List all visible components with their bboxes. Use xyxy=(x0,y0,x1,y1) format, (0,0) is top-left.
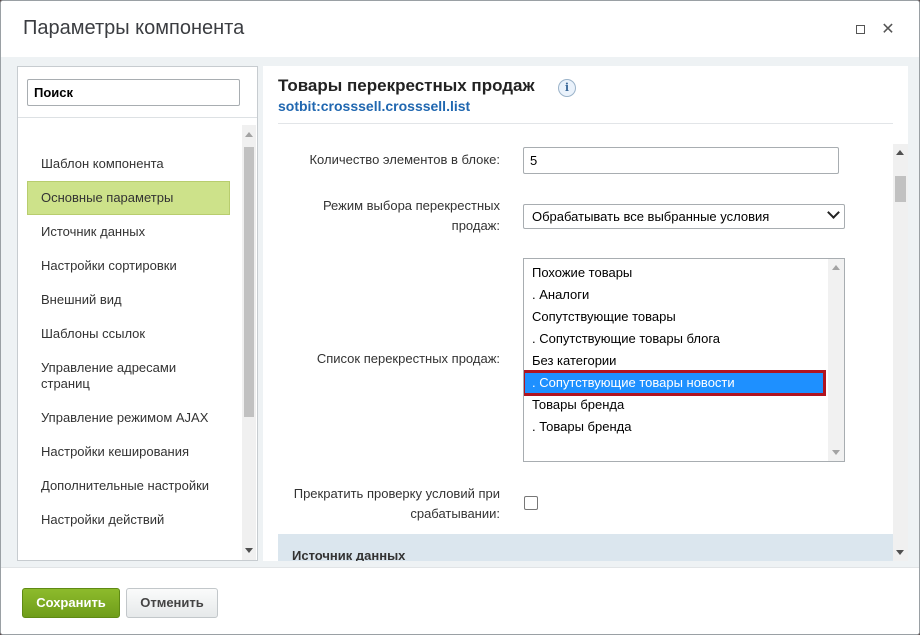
dialog-footer: Сохранить Отменить xyxy=(1,567,919,634)
list-item[interactable]: Без категории xyxy=(524,350,824,372)
section-title: Источник данных xyxy=(292,548,406,561)
mode-label: Режим выбора перекрестных продаж: xyxy=(322,198,500,233)
sidebar-item-template[interactable]: Шаблон компонента xyxy=(27,147,230,181)
listbox-scrollbar[interactable] xyxy=(828,259,844,461)
stop-check-label: Прекратить проверку условий при срабатыв… xyxy=(293,486,500,521)
dialog-title: Параметры компонента xyxy=(23,17,245,39)
stop-check-checkbox[interactable] xyxy=(524,496,538,510)
scroll-up-arrow-icon[interactable] xyxy=(245,132,253,137)
list-item[interactable]: Похожие товары xyxy=(524,262,824,284)
component-parameters-dialog: Параметры компонента ✕ Шаблон компонента… xyxy=(0,0,920,635)
count-input[interactable] xyxy=(523,147,839,174)
mode-select-value: Обрабатывать все выбранные условия xyxy=(532,209,770,224)
scroll-down-arrow-icon[interactable] xyxy=(832,450,840,455)
search-input[interactable] xyxy=(27,79,240,106)
listbox-options: Похожие товары . Аналоги Сопутствующие т… xyxy=(524,262,826,438)
chevron-down-icon xyxy=(827,206,840,219)
list-item[interactable]: . Товары бренда xyxy=(524,416,824,438)
scroll-down-arrow-icon[interactable] xyxy=(896,550,904,555)
list-item[interactable]: Сопутствующие товары xyxy=(524,306,824,328)
sidebar-item-ajax[interactable]: Управление режимом AJAX xyxy=(27,401,230,435)
sidebar-item-link-templates[interactable]: Шаблоны ссылок xyxy=(27,317,230,351)
component-code: sotbit:crosssell.crosssell.list xyxy=(278,98,471,114)
sidebar-item-caching[interactable]: Настройки кеширования xyxy=(27,435,230,469)
cancel-button[interactable]: Отменить xyxy=(126,588,218,618)
scroll-down-arrow-icon[interactable] xyxy=(245,548,253,553)
sidebar-scrollbar[interactable] xyxy=(242,125,256,560)
sidebar-item-page-addresses[interactable]: Управление адресами страниц xyxy=(27,351,230,401)
sidebar-item-actions[interactable]: Настройки действий xyxy=(27,503,230,537)
sidebar-list: Шаблон компонента Основные параметры Ист… xyxy=(27,147,239,537)
close-icon[interactable]: ✕ xyxy=(879,21,897,39)
sidebar-divider xyxy=(18,117,257,118)
list-item[interactable]: . Аналоги xyxy=(524,284,824,306)
crosssell-listbox[interactable]: Похожие товары . Аналоги Сопутствующие т… xyxy=(523,258,845,462)
mode-select[interactable]: Обрабатывать все выбранные условия xyxy=(523,204,845,229)
info-icon[interactable]: i xyxy=(558,79,576,97)
scrollbar-thumb[interactable] xyxy=(895,176,906,202)
sidebar-item-appearance[interactable]: Внешний вид xyxy=(27,283,230,317)
main-panel: Товары перекрестных продаж i sotbit:cros… xyxy=(263,66,908,561)
sidebar: Шаблон компонента Основные параметры Ист… xyxy=(17,66,258,561)
sidebar-item-additional[interactable]: Дополнительные настройки xyxy=(27,469,230,503)
list-item-selected[interactable]: . Сопутствующие товары новости xyxy=(524,370,826,396)
list-item[interactable]: Товары бренда xyxy=(524,394,824,416)
restore-icon[interactable] xyxy=(851,21,869,39)
dialog-titlebar[interactable]: Параметры компонента ✕ xyxy=(1,1,919,57)
save-button[interactable]: Сохранить xyxy=(22,588,120,618)
list-label: Список перекрестных продаж: xyxy=(316,351,500,366)
scroll-up-arrow-icon[interactable] xyxy=(832,265,840,270)
list-item[interactable]: . Сопутствующие товары блога xyxy=(524,328,824,350)
sidebar-item-main-params[interactable]: Основные параметры xyxy=(27,181,230,215)
dialog-body: Шаблон компонента Основные параметры Ист… xyxy=(1,57,919,567)
count-label: Количество элементов в блоке: xyxy=(309,152,500,167)
section-header-data-source: Источник данных xyxy=(278,534,893,561)
title-divider xyxy=(278,123,893,124)
component-title: Товары перекрестных продаж xyxy=(278,76,535,95)
scrollbar-thumb[interactable] xyxy=(244,147,254,417)
main-scrollbar[interactable] xyxy=(893,144,908,561)
sidebar-item-data-source[interactable]: Источник данных xyxy=(27,215,230,249)
sidebar-item-sorting[interactable]: Настройки сортировки xyxy=(27,249,230,283)
scroll-up-arrow-icon[interactable] xyxy=(896,150,904,155)
